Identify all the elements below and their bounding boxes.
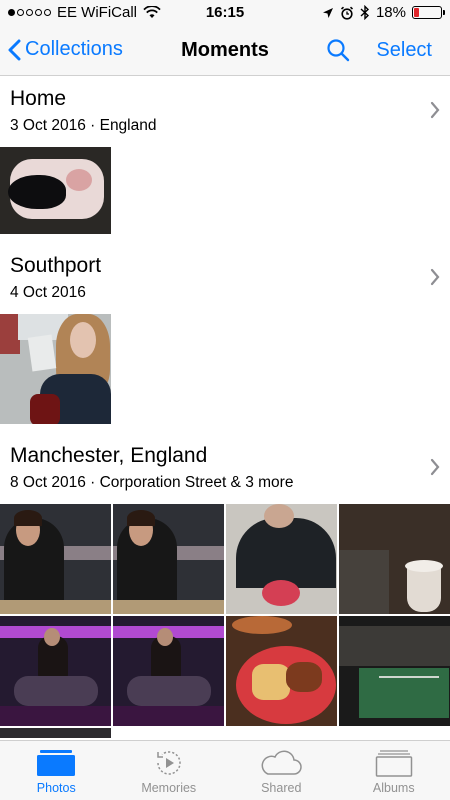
battery-percent: 18% bbox=[375, 4, 406, 21]
photo-thumbnail[interactable] bbox=[0, 147, 111, 234]
moment-header-manchester[interactable]: Manchester, England 8 Oct 2016 · Corpora… bbox=[0, 434, 450, 504]
moment-title: Manchester, England bbox=[10, 444, 208, 467]
photos-icon bbox=[37, 750, 76, 776]
lid-shape bbox=[405, 560, 443, 572]
navigation-bar: Collections Moments Select bbox=[0, 26, 450, 76]
head-shape bbox=[264, 504, 294, 528]
tab-bar: Photos Memories Shared Albums bbox=[0, 740, 450, 800]
moment-header-home[interactable]: Home 3 Oct 2016 · England bbox=[0, 77, 450, 147]
head-shape bbox=[44, 628, 60, 646]
bowl-shape bbox=[262, 580, 300, 606]
tab-label: Albums bbox=[372, 781, 415, 795]
photo-thumbnail[interactable] bbox=[113, 504, 224, 614]
signal-dot bbox=[35, 9, 42, 16]
table-shape bbox=[0, 600, 111, 614]
photo-thumbnail[interactable] bbox=[339, 504, 450, 614]
photo-thumbnail-partial[interactable] bbox=[0, 728, 111, 738]
photo-thumbnail[interactable] bbox=[113, 616, 224, 726]
photo-grid bbox=[0, 314, 450, 424]
tab-memories[interactable]: Memories bbox=[113, 741, 226, 800]
chevron-right-icon bbox=[430, 458, 440, 476]
head-shape bbox=[157, 628, 173, 646]
signal-dot bbox=[26, 9, 33, 16]
carrier-label: EE WiFiCall bbox=[57, 4, 138, 21]
tab-photos[interactable]: Photos bbox=[0, 741, 113, 800]
photo-thumbnail[interactable] bbox=[0, 616, 111, 726]
dish-shape bbox=[232, 616, 292, 634]
card-shape bbox=[27, 334, 57, 372]
signal-dot bbox=[8, 9, 15, 16]
court-line-shape bbox=[379, 676, 439, 678]
photo-grid-row bbox=[0, 616, 450, 726]
fries-shape bbox=[252, 664, 290, 700]
person-shape bbox=[236, 518, 336, 588]
table-shape bbox=[113, 600, 224, 614]
status-right: 18% bbox=[322, 4, 445, 21]
battery-level bbox=[414, 8, 419, 17]
signal-dot bbox=[17, 9, 24, 16]
bookshelf-shape bbox=[0, 314, 20, 354]
signal-dot bbox=[44, 9, 51, 16]
photo-thumbnail[interactable] bbox=[226, 504, 337, 614]
back-button[interactable]: Collections bbox=[8, 38, 123, 61]
tab-albums[interactable]: Albums bbox=[338, 741, 450, 800]
memories-icon bbox=[157, 751, 181, 775]
crowd-shape bbox=[339, 626, 450, 666]
chevron-right-icon bbox=[430, 268, 440, 286]
status-left: EE WiFiCall bbox=[8, 4, 161, 21]
floor-shape bbox=[113, 706, 224, 726]
hair-shape bbox=[127, 510, 155, 526]
photo-grid-row bbox=[0, 504, 450, 614]
motorbike-shape bbox=[14, 676, 98, 706]
photo-thumbnail[interactable] bbox=[0, 504, 111, 614]
shared-cloud-icon bbox=[261, 750, 302, 775]
tab-label: Shared bbox=[261, 781, 302, 795]
toy-shape bbox=[66, 169, 92, 191]
photo-thumbnail[interactable] bbox=[226, 616, 337, 726]
bluetooth-icon bbox=[360, 5, 369, 20]
photo-grid bbox=[0, 147, 450, 234]
chicken-shape bbox=[286, 662, 322, 692]
moments-list[interactable]: Home 3 Oct 2016 · England Southport 4 Oc… bbox=[0, 77, 450, 740]
select-button[interactable]: Select bbox=[376, 39, 432, 62]
search-button[interactable] bbox=[326, 38, 350, 67]
face-shape bbox=[70, 322, 96, 358]
chevron-right-icon bbox=[430, 101, 440, 119]
chair-shape bbox=[30, 394, 60, 424]
moment-title: Home bbox=[10, 87, 67, 110]
search-icon bbox=[327, 39, 350, 62]
albums-icon bbox=[375, 750, 412, 777]
moment-subtitle: 8 Oct 2016 · Corporation Street & 3 more bbox=[10, 474, 294, 491]
moment-subtitle: 4 Oct 2016 bbox=[10, 284, 86, 301]
moment-subtitle: 3 Oct 2016 · England bbox=[10, 117, 157, 134]
location-arrow-icon bbox=[322, 7, 333, 18]
photo-thumbnail[interactable] bbox=[0, 314, 111, 424]
motorbike-shape bbox=[127, 676, 211, 706]
sofa-shape bbox=[339, 550, 389, 614]
tab-label: Memories bbox=[141, 781, 197, 795]
wifi-icon bbox=[143, 6, 161, 18]
moment-header-southport[interactable]: Southport 4 Oct 2016 bbox=[0, 244, 450, 314]
battery-icon bbox=[412, 6, 445, 19]
tab-label: Photos bbox=[36, 781, 76, 795]
hair-shape bbox=[14, 510, 42, 526]
photo-thumbnail[interactable] bbox=[339, 616, 450, 726]
cat-shape bbox=[8, 175, 66, 209]
signal-strength-icon bbox=[8, 9, 51, 16]
chevron-left-icon bbox=[8, 39, 21, 60]
moment-title: Southport bbox=[10, 254, 102, 277]
status-bar: EE WiFiCall 16:15 18% bbox=[0, 0, 450, 26]
floor-shape bbox=[0, 706, 111, 726]
alarm-clock-icon bbox=[340, 6, 354, 20]
tab-shared[interactable]: Shared bbox=[225, 741, 338, 800]
back-button-label: Collections bbox=[25, 38, 123, 60]
